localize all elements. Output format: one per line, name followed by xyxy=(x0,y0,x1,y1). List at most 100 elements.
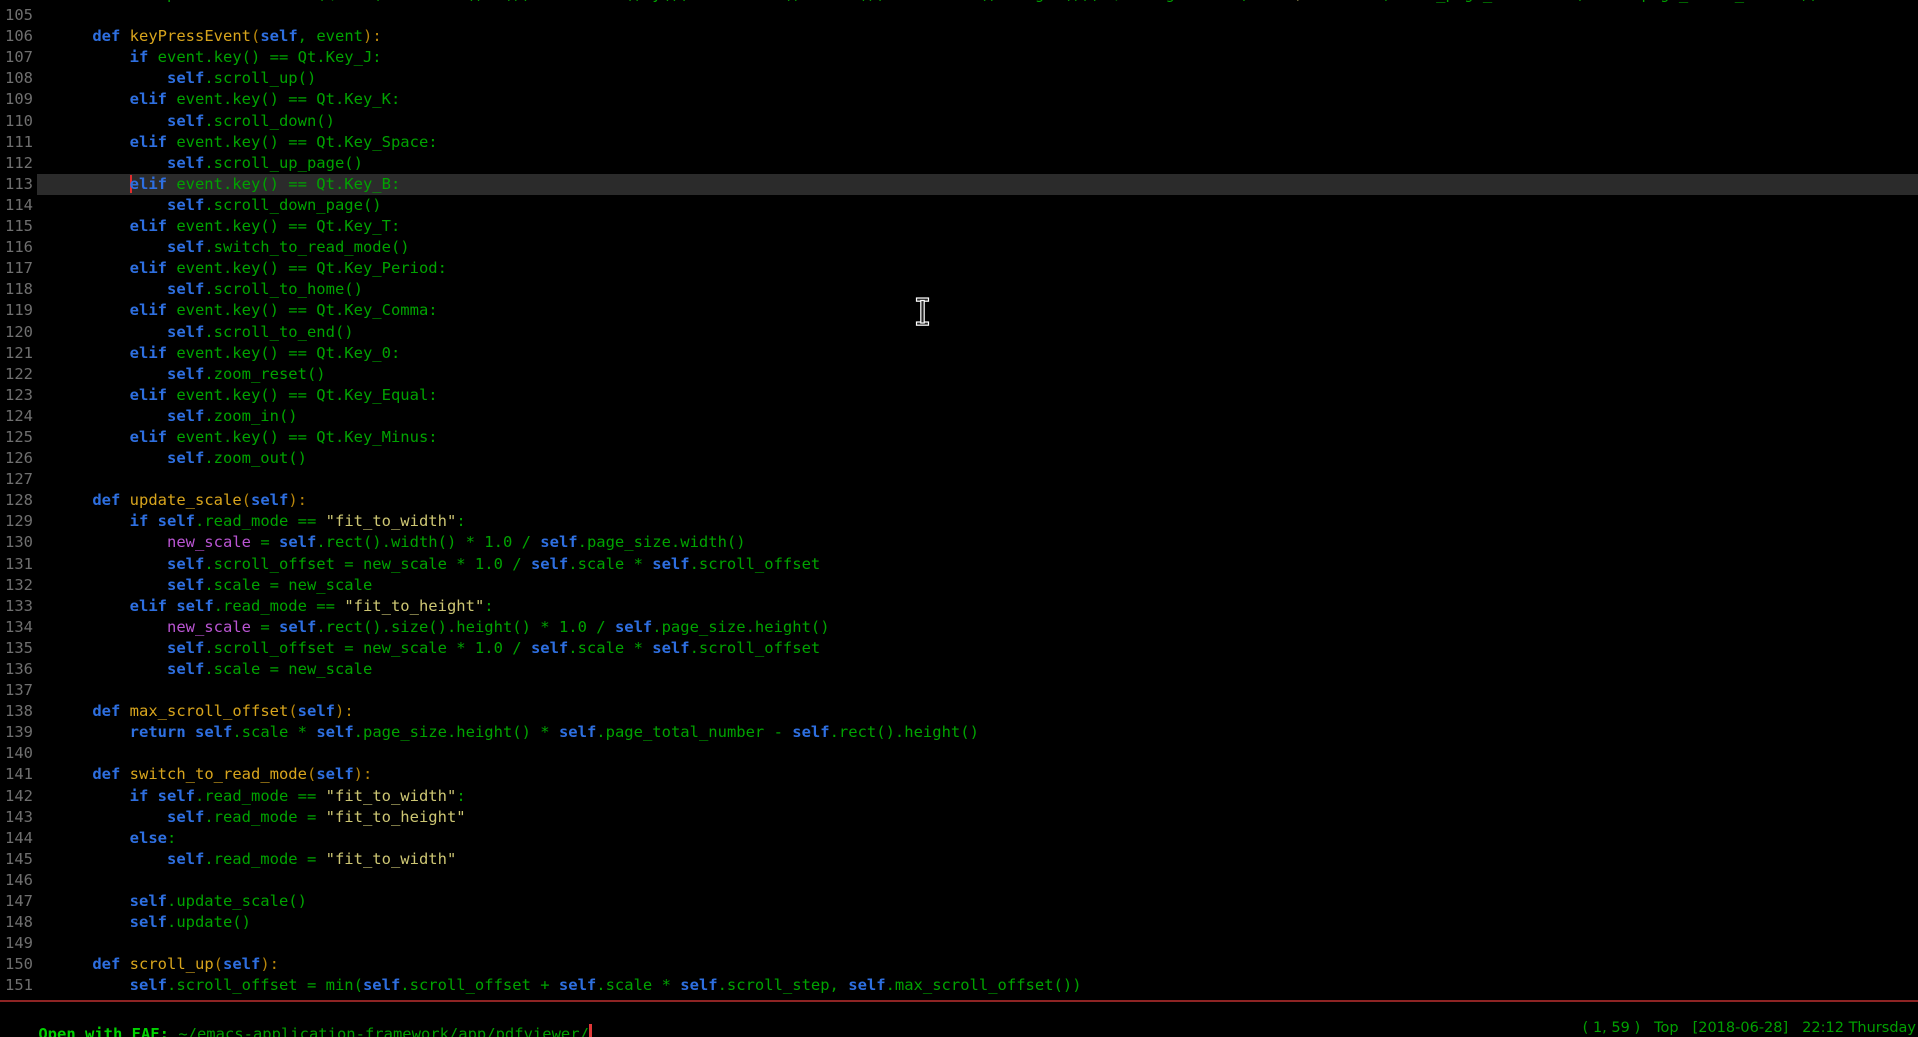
line-number: 125 xyxy=(0,427,33,448)
code-line: 105 xyxy=(0,5,1918,26)
code-text[interactable] xyxy=(37,680,1918,701)
code-line: 142 if self.read_mode == "fit_to_width": xyxy=(0,786,1918,807)
line-number: 144 xyxy=(0,828,33,849)
code-text[interactable]: elif event.key() == Qt.Key_Space: xyxy=(37,132,1918,153)
code-line: 120 self.scroll_to_end() xyxy=(0,322,1918,343)
line-number: 120 xyxy=(0,322,33,343)
code-text[interactable]: self.scroll_to_home() xyxy=(37,279,1918,300)
code-text[interactable]: self.update() xyxy=(37,912,1918,933)
line-number: 139 xyxy=(0,722,33,743)
code-text[interactable]: def keyPressEvent(self, event): xyxy=(37,26,1918,47)
code-text[interactable]: if self.read_mode == "fit_to_width": xyxy=(37,786,1918,807)
line-number: 137 xyxy=(0,680,33,701)
code-text[interactable]: new_scale = self.rect().size().height() … xyxy=(37,617,1918,638)
code-line: 107 if event.key() == Qt.Key_J: xyxy=(0,47,1918,68)
code-text[interactable] xyxy=(37,5,1918,26)
code-text[interactable]: return self.scale * self.page_size.heigh… xyxy=(37,722,1918,743)
line-number: 123 xyxy=(0,385,33,406)
line-number: 105 xyxy=(0,5,33,26)
code-text[interactable]: self.scroll_offset = min(self.scroll_off… xyxy=(37,975,1918,996)
mouse-ibeam-cursor xyxy=(915,297,931,331)
line-number: 138 xyxy=(0,701,33,722)
code-text[interactable]: elif event.key() == Qt.Key_B: xyxy=(37,174,1918,195)
code-line: 110 self.scroll_down() xyxy=(0,111,1918,132)
code-text[interactable]: elif event.key() == Qt.Key_Comma: xyxy=(37,300,1918,321)
code-line: 127 xyxy=(0,469,1918,490)
code-text[interactable]: elif self.read_mode == "fit_to_height": xyxy=(37,596,1918,617)
code-text[interactable]: def scroll_up(self): xyxy=(37,954,1918,975)
line-number: 135 xyxy=(0,638,33,659)
line-number: 134 xyxy=(0,617,33,638)
code-text[interactable] xyxy=(37,743,1918,764)
code-text[interactable]: self.zoom_out() xyxy=(37,448,1918,469)
code-line: 126 self.zoom_out() xyxy=(0,448,1918,469)
code-line: 131 self.scroll_offset = new_scale * 1.0… xyxy=(0,554,1918,575)
line-number: 141 xyxy=(0,764,33,785)
code-text[interactable]: self.read_mode = "fit_to_width" xyxy=(37,849,1918,870)
line-number: 149 xyxy=(0,933,33,954)
code-text[interactable]: self.scroll_down() xyxy=(37,111,1918,132)
code-text[interactable]: if self.read_mode == "fit_to_width": xyxy=(37,511,1918,532)
minibuffer-cursor xyxy=(589,1024,592,1037)
line-number: 119 xyxy=(0,300,33,321)
code-text[interactable]: else: xyxy=(37,828,1918,849)
code-text[interactable]: self.zoom_reset() xyxy=(37,364,1918,385)
code-line: 109 elif event.key() == Qt.Key_K: xyxy=(0,89,1918,110)
code-line: 141 def switch_to_read_mode(self): xyxy=(0,764,1918,785)
code-text[interactable]: self.scroll_up_page() xyxy=(37,153,1918,174)
status-time: 22:12 Thursday xyxy=(1802,1020,1916,1036)
code-line: 115 elif event.key() == Qt.Key_T: xyxy=(0,216,1918,237)
code-text[interactable]: elif event.key() == Qt.Key_Minus: xyxy=(37,427,1918,448)
line-number: 143 xyxy=(0,807,33,828)
line-number: 113 xyxy=(0,174,33,195)
code-text[interactable]: self.scroll_to_end() xyxy=(37,322,1918,343)
line-number: 108 xyxy=(0,68,33,89)
code-line: 148 self.update() xyxy=(0,912,1918,933)
code-text[interactable] xyxy=(37,933,1918,954)
code-text[interactable]: elif event.key() == Qt.Key_T: xyxy=(37,216,1918,237)
code-line: 118 self.scroll_to_home() xyxy=(0,279,1918,300)
code-line: 134 new_scale = self.rect().size().heigh… xyxy=(0,617,1918,638)
code-line: 128 def update_scale(self): xyxy=(0,490,1918,511)
code-line: 145 self.read_mode = "fit_to_width" xyxy=(0,849,1918,870)
code-text[interactable]: self.read_mode = "fit_to_height" xyxy=(37,807,1918,828)
line-number: 130 xyxy=(0,532,33,553)
code-text[interactable]: self.scroll_offset = new_scale * 1.0 / s… xyxy=(37,554,1918,575)
minibuffer[interactable]: Open with EAF: ~/emacs-application-frame… xyxy=(1,1004,592,1037)
code-text[interactable]: self.scale = new_scale xyxy=(37,575,1918,596)
code-line: 132 self.scale = new_scale xyxy=(0,575,1918,596)
line-number: 107 xyxy=(0,47,33,68)
code-text[interactable]: self.zoom_in() xyxy=(37,406,1918,427)
code-text[interactable]: new_scale = self.rect().width() * 1.0 / … xyxy=(37,532,1918,553)
code-text[interactable]: elif event.key() == Qt.Key_0: xyxy=(37,343,1918,364)
code-text[interactable]: self.scale = new_scale xyxy=(37,659,1918,680)
code-text[interactable]: self.scroll_offset = new_scale * 1.0 / s… xyxy=(37,638,1918,659)
status-cursor-position: ( 1, 59 ) xyxy=(1583,1020,1640,1036)
code-text[interactable]: def max_scroll_offset(self): xyxy=(37,701,1918,722)
code-text[interactable] xyxy=(37,870,1918,891)
code-text[interactable]: self.switch_to_read_mode() xyxy=(37,237,1918,258)
line-number: 121 xyxy=(0,343,33,364)
line-number: 111 xyxy=(0,132,33,153)
code-line: 139 return self.scale * self.page_size.h… xyxy=(0,722,1918,743)
code-text[interactable]: self.scroll_up() xyxy=(37,68,1918,89)
code-text[interactable]: def update_scale(self): xyxy=(37,490,1918,511)
status-date: [2018-06-28] xyxy=(1693,1020,1789,1036)
window-divider xyxy=(0,1000,1918,1002)
code-text[interactable]: def switch_to_read_mode(self): xyxy=(37,764,1918,785)
code-text[interactable]: elif event.key() == Qt.Key_Period: xyxy=(37,258,1918,279)
line-number: 116 xyxy=(0,237,33,258)
line-number: 106 xyxy=(0,26,33,47)
code-text[interactable]: elif event.key() == Qt.Key_Equal: xyxy=(37,385,1918,406)
minibuffer-input[interactable]: ~/emacs-application-framework/app/pdfvie… xyxy=(178,1025,589,1037)
code-line: 112 self.scroll_up_page() xyxy=(0,153,1918,174)
line-number: 115 xyxy=(0,216,33,237)
code-text[interactable] xyxy=(37,469,1918,490)
code-text[interactable]: self.update_scale() xyxy=(37,891,1918,912)
line-number: 142 xyxy=(0,786,33,807)
code-text[interactable]: elif event.key() == Qt.Key_K: xyxy=(37,89,1918,110)
status-line: ( 1, 59 )Top[2018-06-28]22:12 Thursday xyxy=(1583,1020,1916,1036)
code-area[interactable]: painter.drawText(QRect(self.rect().x(), … xyxy=(0,0,1918,997)
code-text[interactable]: self.scroll_down_page() xyxy=(37,195,1918,216)
code-text[interactable]: if event.key() == Qt.Key_J: xyxy=(37,47,1918,68)
